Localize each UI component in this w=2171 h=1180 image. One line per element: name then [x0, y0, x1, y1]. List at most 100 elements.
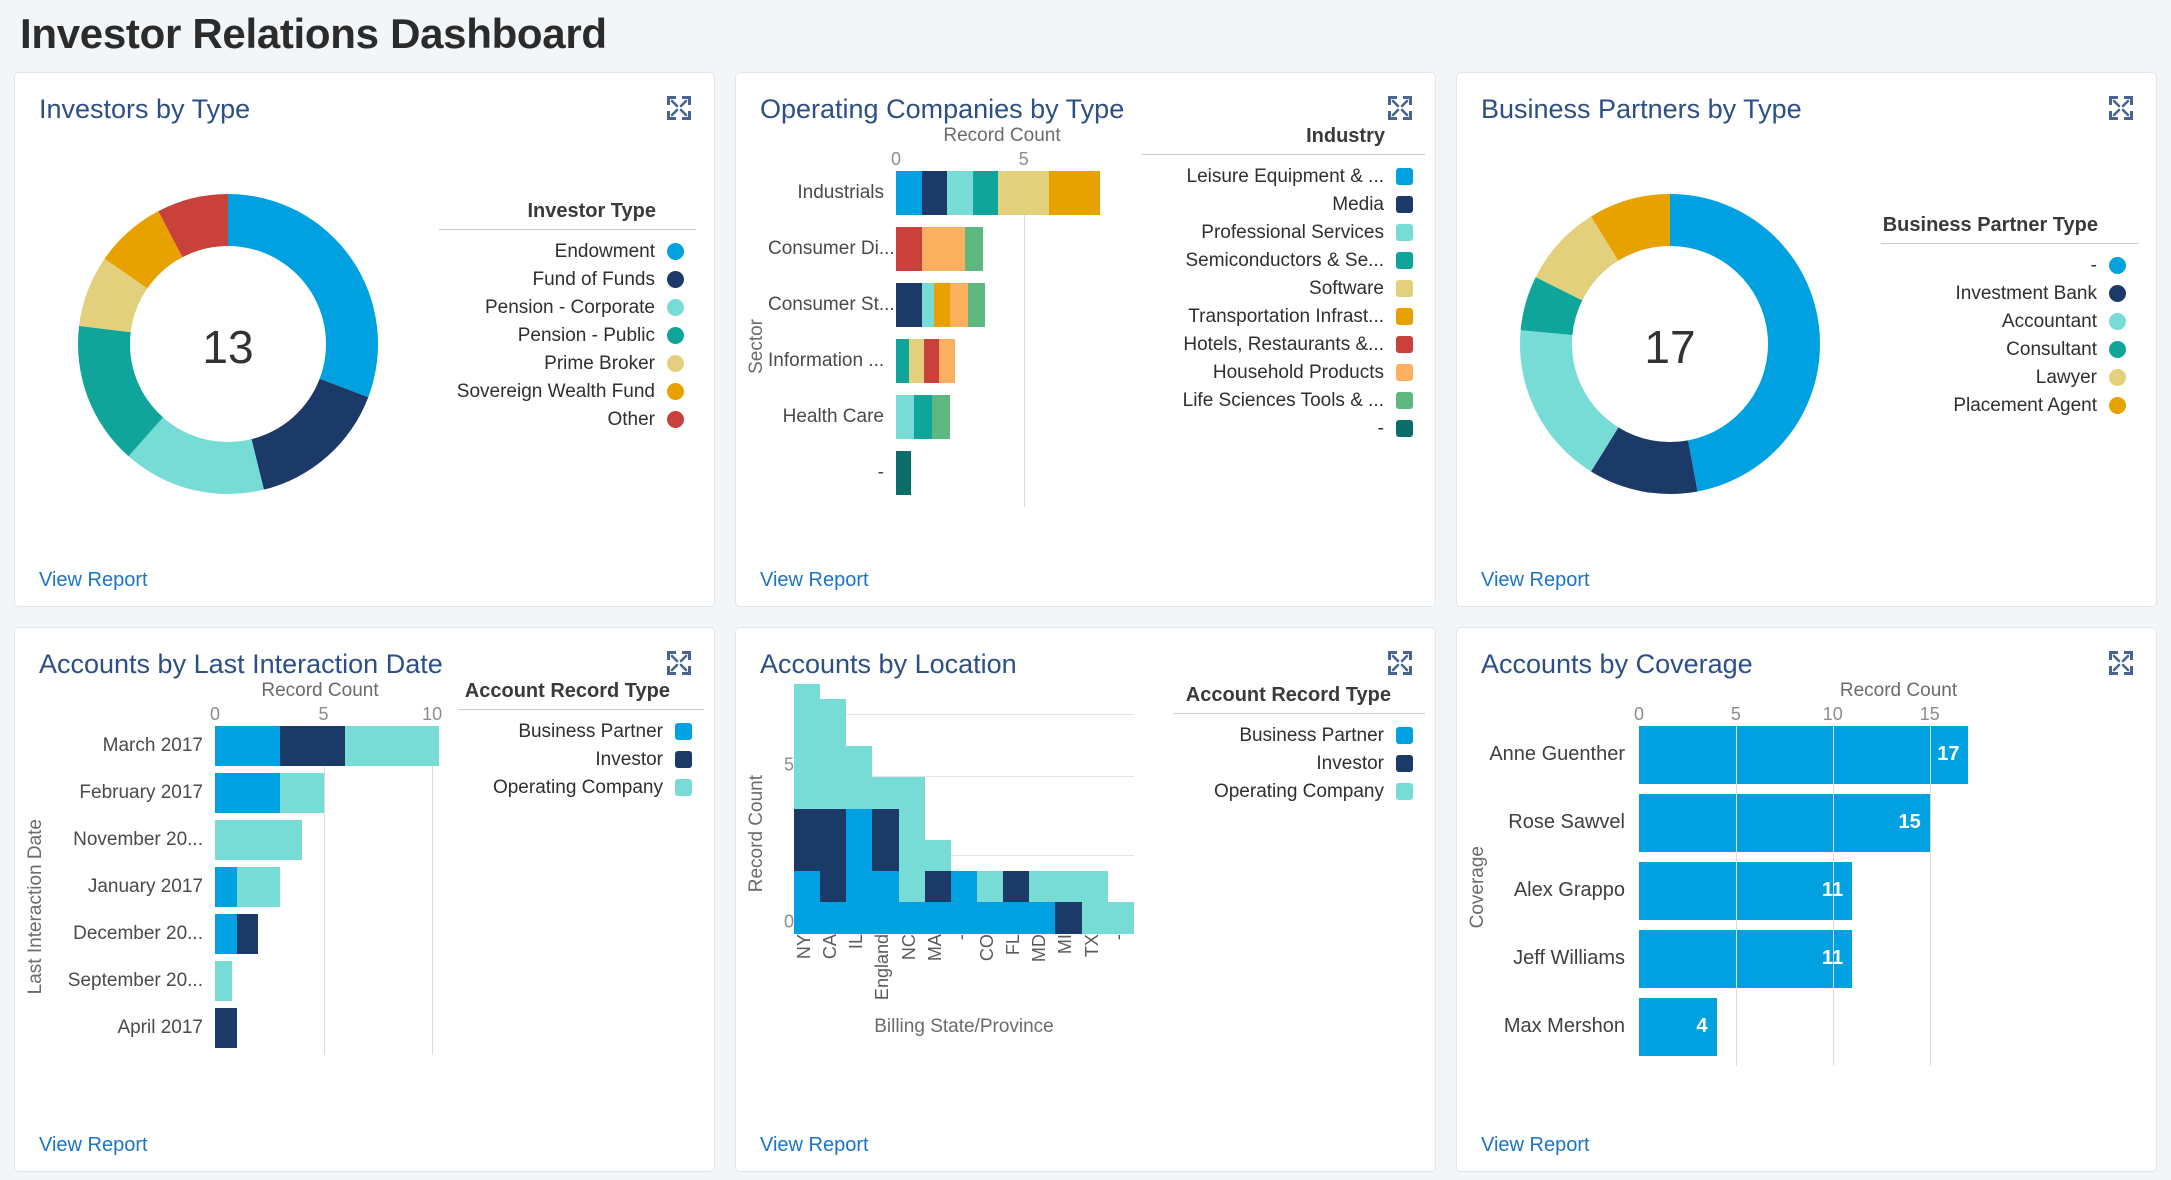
bar-segment[interactable] — [1049, 170, 1101, 215]
bar-segment[interactable] — [1029, 902, 1056, 934]
donut-slice[interactable] — [1520, 330, 1619, 472]
legend-item[interactable]: Fund of Funds — [439, 266, 696, 294]
bar-segment[interactable] — [215, 725, 281, 766]
legend-item[interactable]: Business Partner — [1174, 722, 1425, 750]
bar-segment[interactable] — [280, 772, 324, 813]
bar-segment[interactable] — [898, 902, 925, 934]
bar-row[interactable]: Max Mershon 4 — [1489, 997, 2138, 1056]
legend-item[interactable]: Other — [439, 406, 696, 434]
legend-item[interactable]: Media — [1142, 191, 1425, 219]
view-report-link[interactable]: View Report — [736, 1134, 1435, 1171]
bar-column[interactable] — [846, 746, 873, 934]
bar-segment[interactable] — [896, 170, 922, 215]
bar-segment[interactable] — [820, 902, 847, 934]
bar-segment[interactable] — [236, 913, 259, 954]
bar-segment[interactable] — [1055, 902, 1082, 934]
bar-row[interactable]: Alex Grappo 11 — [1489, 861, 2138, 920]
bar-segment[interactable] — [913, 394, 932, 439]
bar-row[interactable]: Industrials — [768, 170, 1126, 215]
bar-segment[interactable] — [794, 683, 821, 809]
bar-segment[interactable] — [215, 1007, 237, 1048]
bar-segment[interactable] — [820, 699, 847, 809]
donut-slice[interactable] — [228, 194, 379, 398]
view-report-link[interactable]: View Report — [736, 569, 1435, 606]
bar-column[interactable] — [1029, 871, 1056, 934]
bar-segment[interactable] — [998, 170, 1050, 215]
legend-item[interactable]: Sovereign Wealth Fund — [439, 378, 696, 406]
legend-item[interactable]: Transportation Infrast... — [1142, 303, 1425, 331]
bar-segment[interactable] — [280, 725, 346, 766]
bar-row[interactable]: December 20... — [47, 913, 443, 954]
expand-icon[interactable] — [666, 650, 692, 676]
bar-segment[interactable] — [921, 226, 965, 271]
bar-column[interactable] — [976, 871, 1004, 934]
bar-segment[interactable] — [924, 338, 940, 383]
bar-segment[interactable] — [896, 282, 922, 327]
bar-segment[interactable] — [1003, 871, 1030, 903]
bar-row[interactable]: January 2017 — [47, 866, 443, 907]
bar-segment[interactable] — [908, 338, 925, 383]
bar-segment[interactable] — [924, 839, 951, 872]
bar-segment[interactable] — [939, 338, 955, 383]
bar-segment[interactable] — [924, 902, 951, 934]
bar-segment[interactable] — [236, 866, 281, 907]
bar-segment[interactable] — [872, 777, 899, 809]
bar-row[interactable]: September 20... — [47, 960, 443, 1001]
bar-segment[interactable] — [794, 808, 821, 872]
bar-segment[interactable] — [896, 394, 914, 439]
legend-item[interactable]: Pension - Public — [439, 322, 696, 350]
bar-segment[interactable] — [896, 450, 912, 495]
bar-segment[interactable] — [972, 170, 999, 215]
legend-item[interactable]: Pension - Corporate — [439, 294, 696, 322]
view-report-link[interactable]: View Report — [1457, 569, 2156, 606]
bar-row[interactable]: - — [768, 450, 1126, 495]
legend-item[interactable]: - — [1142, 415, 1425, 443]
bar-with-value-label[interactable]: 11 — [1639, 861, 1853, 920]
bar-row[interactable]: Health Care — [768, 394, 1126, 439]
bar-segment[interactable] — [898, 777, 925, 903]
expand-icon[interactable] — [2108, 95, 2134, 121]
bar-column[interactable] — [1055, 871, 1082, 934]
bar-segment[interactable] — [921, 170, 948, 215]
bar-segment[interactable] — [976, 902, 1004, 934]
legend-item[interactable]: Consultant — [1881, 336, 2138, 364]
bar-row[interactable]: Information ... — [768, 338, 1126, 383]
bar-segment[interactable] — [215, 960, 233, 1001]
donut-slice[interactable] — [1670, 194, 1820, 492]
legend-item[interactable]: Accountant — [1881, 308, 2138, 336]
legend-item[interactable]: Life Sciences Tools & ... — [1142, 387, 1425, 415]
expand-icon[interactable] — [2108, 650, 2134, 676]
legend-item[interactable]: Investor — [1174, 750, 1425, 778]
bar-segment[interactable] — [872, 871, 899, 934]
legend-item[interactable]: Household Products — [1142, 359, 1425, 387]
bar-segment[interactable] — [896, 338, 909, 383]
bar-segment[interactable] — [931, 394, 950, 439]
bar-column[interactable] — [872, 777, 899, 934]
bar-column[interactable] — [898, 777, 925, 934]
legend-item[interactable]: Lawyer — [1881, 364, 2138, 392]
expand-icon[interactable] — [1387, 95, 1413, 121]
bar-with-value-label[interactable]: 17 — [1639, 725, 1969, 784]
bar-segment[interactable] — [345, 725, 439, 766]
legend-item[interactable]: Software — [1142, 275, 1425, 303]
bar-column[interactable] — [820, 699, 847, 934]
bar-column[interactable] — [924, 839, 951, 934]
bar-row[interactable]: March 2017 — [47, 725, 443, 766]
bar-row[interactable]: November 20... — [47, 819, 443, 860]
legend-item[interactable]: Endowment — [439, 238, 696, 266]
legend-item[interactable]: Investor — [459, 746, 704, 774]
bar-segment[interactable] — [934, 282, 950, 327]
bar-segment[interactable] — [976, 871, 1004, 903]
bar-segment[interactable] — [215, 866, 237, 907]
bar-segment[interactable] — [924, 871, 951, 903]
legend-item[interactable]: Operating Company — [459, 774, 704, 802]
donut-slice[interactable] — [251, 379, 369, 490]
legend-item[interactable]: Semiconductors & Se... — [1142, 247, 1425, 275]
bar-segment[interactable] — [949, 282, 968, 327]
bar-row[interactable]: Consumer Di... — [768, 226, 1126, 271]
bar-row[interactable]: Anne Guenther 17 — [1489, 725, 2138, 784]
bar-segment[interactable] — [947, 170, 973, 215]
bar-row[interactable]: Consumer St... — [768, 282, 1126, 327]
bar-segment[interactable] — [964, 226, 983, 271]
bar-segment[interactable] — [950, 871, 977, 934]
